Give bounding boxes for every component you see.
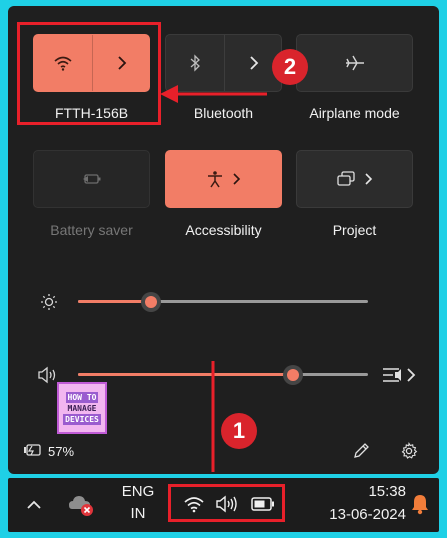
clock[interactable]: 15:38 13-06-2024: [294, 480, 406, 526]
airplane-icon: [345, 55, 364, 71]
volume-icon: [37, 365, 59, 385]
battery-saver-tile[interactable]: [33, 150, 150, 208]
edit-icon[interactable]: [351, 441, 371, 461]
chevron-right-icon: [232, 173, 240, 185]
region-code: IN: [130, 505, 146, 522]
bluetooth-toggle[interactable]: [166, 35, 224, 91]
quick-settings-panel: FTTH-156B Bluetooth Airplane mode Batter…: [8, 6, 439, 474]
chevron-right-icon: [250, 56, 259, 70]
volume-icon: [216, 495, 237, 513]
language-indicator[interactable]: ENG IN: [112, 481, 164, 525]
battery-percent: 57%: [48, 444, 75, 459]
battery-icon[interactable]: [23, 442, 43, 458]
watermark-logo: HOW TO MANAGE DEVICES: [57, 382, 107, 434]
chevron-right-icon: [364, 173, 372, 185]
project-tile[interactable]: [296, 150, 413, 208]
language-code: ENG: [121, 483, 155, 500]
airplane-mode-tile[interactable]: [296, 34, 413, 92]
accessibility-icon: [207, 171, 222, 188]
clock-time: 15:38: [368, 483, 406, 500]
bluetooth-label: Bluetooth: [193, 105, 254, 121]
audio-output-icon[interactable]: [380, 363, 418, 387]
battery-icon: [251, 497, 274, 511]
annotation-box-wifi: [17, 22, 161, 125]
bluetooth-tile[interactable]: [165, 34, 282, 92]
notification-bell-icon[interactable]: [408, 491, 432, 517]
battery-saver-icon: [82, 174, 100, 184]
wifi-icon: [184, 497, 204, 513]
annotation-badge-2: 2: [272, 49, 308, 85]
onedrive-error-icon[interactable]: [66, 491, 98, 519]
volume-slider-fill: [78, 373, 293, 376]
battery-saver-label: Battery saver: [50, 222, 133, 238]
annotation-badge-1: 1: [221, 413, 257, 449]
taskbar: ENG IN 15:38 13-06-2024: [8, 478, 439, 532]
bluetooth-icon: [190, 54, 200, 72]
clock-date: 13-06-2024: [329, 506, 406, 523]
accessibility-tile[interactable]: [165, 150, 282, 208]
system-tray-network-volume-battery[interactable]: [168, 484, 285, 522]
volume-slider-thumb[interactable]: [283, 365, 303, 385]
brightness-slider-thumb[interactable]: [141, 292, 161, 312]
project-label: Project: [332, 222, 377, 238]
chevron-up-icon[interactable]: [22, 493, 46, 517]
settings-icon[interactable]: [399, 441, 419, 461]
airplane-mode-label: Airplane mode: [309, 105, 400, 121]
brightness-icon: [39, 292, 59, 312]
project-icon: [336, 171, 355, 186]
accessibility-label: Accessibility: [185, 222, 262, 238]
